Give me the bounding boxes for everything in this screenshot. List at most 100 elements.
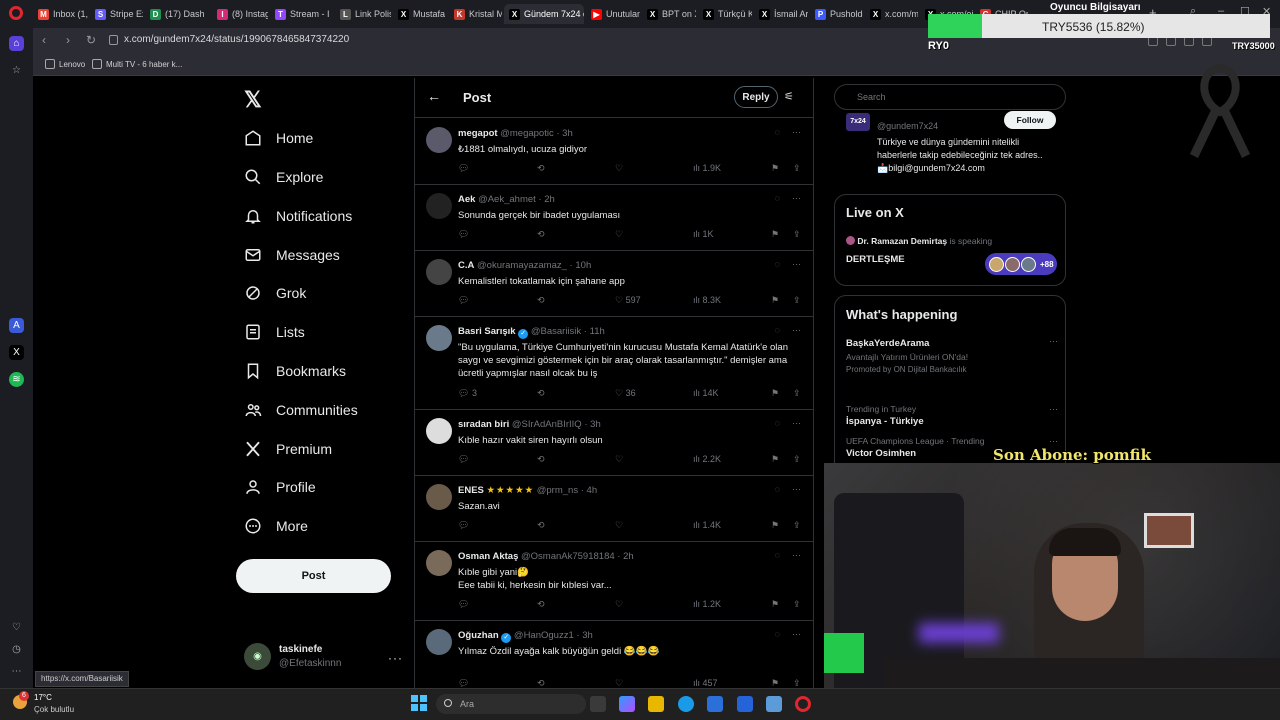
grok-icon[interactable]: ◌	[775, 484, 780, 494]
views-icon[interactable]: ılı 1.2K	[693, 599, 721, 609]
opera-logo-icon[interactable]	[9, 6, 23, 20]
account-more-icon[interactable]: ···	[388, 651, 403, 665]
views-icon[interactable]: ılı 1K	[693, 229, 714, 239]
app-icon[interactable]	[766, 696, 782, 712]
bookmark-icon[interactable]: ⚑	[771, 678, 779, 688]
site-info-icon[interactable]	[109, 35, 118, 45]
views-icon[interactable]: ılı 457	[693, 678, 718, 688]
browser-tab[interactable]: S Stripe Exp	[90, 4, 143, 24]
bookmark-icon[interactable]: ⚑	[771, 599, 779, 610]
tweet-time[interactable]: 2h	[544, 194, 555, 205]
nav-item-notifications[interactable]: Notifications	[244, 204, 352, 228]
nav-item-premium[interactable]: Premium	[244, 437, 332, 461]
taskbar-search[interactable]: Ara	[436, 694, 586, 714]
more-icon[interactable]: ···	[792, 193, 801, 203]
tweet-time[interactable]: 3h	[590, 419, 601, 430]
nav-item-more[interactable]: More	[244, 514, 308, 538]
post-button[interactable]: Post	[236, 559, 391, 593]
browser-tab[interactable]: X İsmail Ar	[754, 4, 808, 24]
browser-tab[interactable]: ▶ Unutulan	[586, 4, 640, 24]
app-icon[interactable]: A	[9, 318, 24, 333]
nav-item-bookmarks[interactable]: Bookmarks	[244, 359, 346, 383]
tweet-time[interactable]: 3h	[582, 630, 593, 641]
retweet-icon[interactable]: ⟲	[537, 229, 545, 240]
more-icon[interactable]: ···	[792, 550, 801, 560]
tweet-author-name[interactable]: Aek	[458, 194, 475, 205]
copilot-icon[interactable]	[619, 696, 635, 712]
tweet-author-name[interactable]: ENES	[458, 485, 484, 496]
tweet-author-name[interactable]: megapot	[458, 128, 498, 139]
browser-tab[interactable]: T Stream - I	[270, 4, 333, 24]
bookmark-item[interactable]: Lenovo	[45, 59, 85, 69]
retweet-icon[interactable]: ⟲	[537, 295, 545, 306]
live-card[interactable]: Live on X Dr. Ramazan Demirtaş is speaki…	[834, 194, 1066, 286]
tweet-handle[interactable]: @megapotic	[500, 128, 553, 139]
store-icon[interactable]	[707, 696, 723, 712]
reply-button[interactable]: Reply	[734, 86, 778, 108]
tweet-handle[interactable]: @prm_ns	[537, 485, 578, 496]
like-icon[interactable]: ♡	[615, 599, 623, 610]
more-icon[interactable]: ⋯	[9, 664, 24, 679]
browser-tab[interactable]: D (17) Dash	[145, 4, 210, 24]
avatar[interactable]	[426, 259, 452, 285]
reply-icon[interactable]: 💬︎	[458, 520, 469, 531]
reply-tweet[interactable]: Oğuzhan ✓ @HanOguzz1 · 3h ◌ ··· Yılmaz Özdi…	[415, 621, 813, 688]
retweet-icon[interactable]: ⟲	[537, 163, 545, 174]
reply-icon[interactable]: 💬︎	[458, 163, 469, 174]
avatar[interactable]	[426, 193, 452, 219]
tweet-handle[interactable]: @Basariisik	[531, 326, 581, 337]
views-icon[interactable]: ılı 2.2K	[693, 454, 721, 464]
tweet-handle[interactable]: @HanOguzz1	[514, 630, 574, 641]
share-icon[interactable]: ⇪	[793, 599, 801, 610]
back-arrow-icon[interactable]: ←	[427, 88, 441, 104]
browser-tab[interactable]: X Gündem 7x24 on	[504, 4, 584, 24]
nav-item-messages[interactable]: Messages	[244, 243, 340, 267]
grok-icon[interactable]: ◌	[775, 629, 780, 639]
spotify-icon[interactable]: ≋	[9, 372, 24, 387]
more-icon[interactable]: ···	[792, 259, 801, 269]
browser-tab[interactable]: X BPT on X	[642, 4, 696, 24]
trend-more-icon[interactable]: ···	[1049, 436, 1058, 446]
tweet-handle[interactable]: @SIrAdAnBIrIIQ	[512, 419, 582, 430]
like-icon[interactable]: ♡	[615, 229, 623, 240]
retweet-icon[interactable]: ⟲	[537, 520, 545, 531]
tweet-time[interactable]: 2h	[623, 551, 634, 562]
reply-icon[interactable]: 💬︎	[458, 678, 469, 688]
like-icon[interactable]: ♡	[615, 454, 623, 465]
nav-item-grok[interactable]: Grok	[244, 281, 306, 305]
tweet-time[interactable]: 4h	[587, 485, 598, 496]
url-text[interactable]: x.com/gundem7x24/status/1990678465847374…	[124, 34, 349, 45]
avatar[interactable]	[426, 484, 452, 510]
grok-icon[interactable]: ◌	[775, 127, 780, 137]
tweet-author-name[interactable]: Basri Sarışık	[458, 326, 516, 337]
opera-taskbar-icon[interactable]	[795, 696, 811, 712]
like-icon[interactable]: ♡ 36	[615, 388, 636, 399]
app-icon[interactable]	[737, 696, 753, 712]
share-icon[interactable]: ⇪	[793, 454, 801, 465]
browser-tab[interactable]: I (8) Instag	[212, 4, 268, 24]
windows-start-icon[interactable]	[411, 695, 427, 711]
share-icon[interactable]: ⇪	[793, 295, 801, 306]
avatar[interactable]	[426, 550, 452, 576]
share-icon[interactable]: ⇪	[793, 229, 801, 240]
share-icon[interactable]: ⇪	[793, 163, 801, 174]
grok-icon[interactable]: ◌	[775, 550, 780, 560]
tweet-author-name[interactable]: C.A	[458, 260, 474, 271]
tweet-time[interactable]: 3h	[562, 128, 573, 139]
bookmark-icon[interactable]: ⚑	[771, 520, 779, 531]
nav-item-lists[interactable]: Lists	[244, 320, 305, 344]
nav-item-communities[interactable]: Communities	[244, 398, 358, 422]
trend-item[interactable]: BaşkaYerdeArama Avantajlı Yatırım Ürünler…	[846, 336, 1058, 374]
reply-icon[interactable]: 💬︎ 3	[458, 388, 477, 399]
like-icon[interactable]: ♡	[615, 163, 623, 174]
x-logo-icon[interactable]: 𝕏	[244, 87, 262, 113]
reply-tweet[interactable]: Basri Sarışık ✓ @Basariisik · 11h ◌ ··· "Bu…	[415, 317, 813, 410]
tweet-handle[interactable]: @okuramayazamaz_	[477, 260, 567, 271]
avatar[interactable]	[426, 418, 452, 444]
like-icon[interactable]: ♡	[615, 678, 623, 688]
bookmark-icon[interactable]: ⚑	[771, 295, 779, 306]
browser-tab[interactable]: X Türkçü Ka	[698, 4, 752, 24]
retweet-icon[interactable]: ⟲	[537, 454, 545, 465]
reply-tweet[interactable]: sıradan biri @SIrAdAnBIrIIQ · 3h ◌ ··· Kıbl…	[415, 410, 813, 476]
trend-more-icon[interactable]: ···	[1049, 336, 1058, 346]
